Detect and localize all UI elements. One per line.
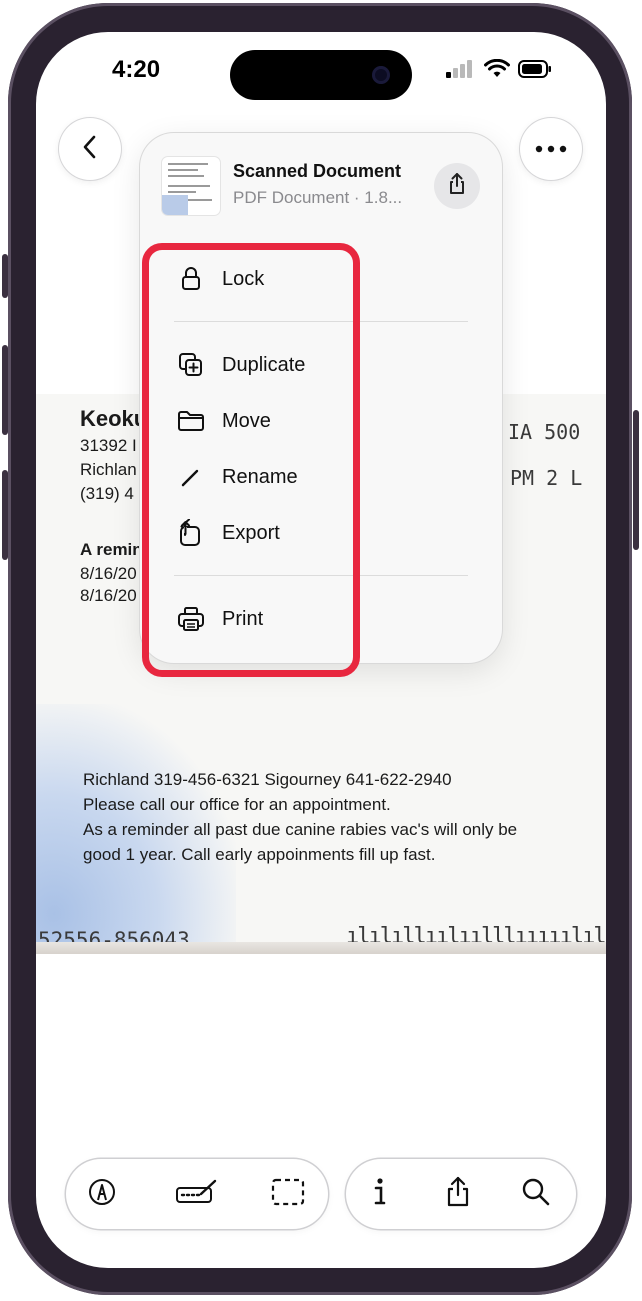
cellular-signal-icon — [446, 60, 474, 83]
info-button[interactable] — [350, 1159, 410, 1229]
select-button[interactable] — [258, 1159, 318, 1229]
share-button[interactable] — [434, 163, 480, 209]
share-icon — [447, 172, 467, 201]
more-ellipsis-icon — [535, 140, 567, 158]
document-subtitle: PDF Document · 1.8... — [233, 188, 403, 207]
volume-down-button — [2, 470, 8, 560]
toolbar-right — [346, 1159, 576, 1229]
highlight-annotation-box — [142, 243, 360, 677]
status-time: 4:20 — [112, 56, 161, 83]
toolbar-left — [66, 1159, 328, 1229]
info-icon — [372, 1177, 388, 1212]
share-icon — [445, 1176, 471, 1213]
back-chevron-icon — [80, 133, 100, 166]
battery-icon — [518, 59, 552, 84]
scan-paragraph: Richland 319-456-6321 Sigourney 641-622-… — [83, 770, 452, 789]
camera-icon — [372, 66, 390, 84]
scan-reminder: A remin — [80, 540, 143, 559]
document-thumbnail[interactable] — [162, 157, 220, 215]
back-button[interactable] — [59, 118, 121, 180]
search-button[interactable] — [506, 1159, 566, 1229]
markup-button[interactable] — [72, 1159, 132, 1229]
scan-address-line: Richlan — [80, 460, 137, 479]
document-title: Scanned Document — [233, 161, 402, 181]
toolbar-share-button[interactable] — [428, 1159, 488, 1229]
scan-paragraph: As a reminder all past due canine rabies… — [83, 820, 518, 839]
scan-paragraph: Please call our office for an appointmen… — [83, 795, 391, 814]
signature-button[interactable] — [167, 1159, 227, 1229]
search-icon — [521, 1177, 551, 1212]
signature-icon — [175, 1178, 219, 1211]
power-button — [633, 410, 639, 550]
volume-up-button — [2, 345, 8, 435]
scan-phone-line: (319) 4 — [80, 484, 134, 503]
silent-switch — [2, 254, 8, 298]
scan-heading: Keoku — [80, 406, 148, 431]
scan-paragraph: good 1 year. Call early appoinments fill… — [83, 845, 436, 864]
scan-date: 8/16/20 — [80, 564, 137, 583]
scan-date: 8/16/20 — [80, 586, 137, 605]
scan-address-line: 31392 I — [80, 436, 137, 455]
more-button[interactable] — [520, 118, 582, 180]
scan-right-text: IA 500 — [508, 420, 581, 444]
markup-icon — [87, 1177, 117, 1212]
screen: 4:20 Keoku 31392 I Richlan (319) 4 IA 50… — [36, 32, 606, 1268]
dynamic-island — [230, 50, 412, 100]
scan-right-text: PM 2 L — [510, 466, 583, 490]
select-icon — [271, 1178, 305, 1211]
scan-page-edge — [36, 942, 606, 954]
wifi-icon — [484, 58, 510, 84]
